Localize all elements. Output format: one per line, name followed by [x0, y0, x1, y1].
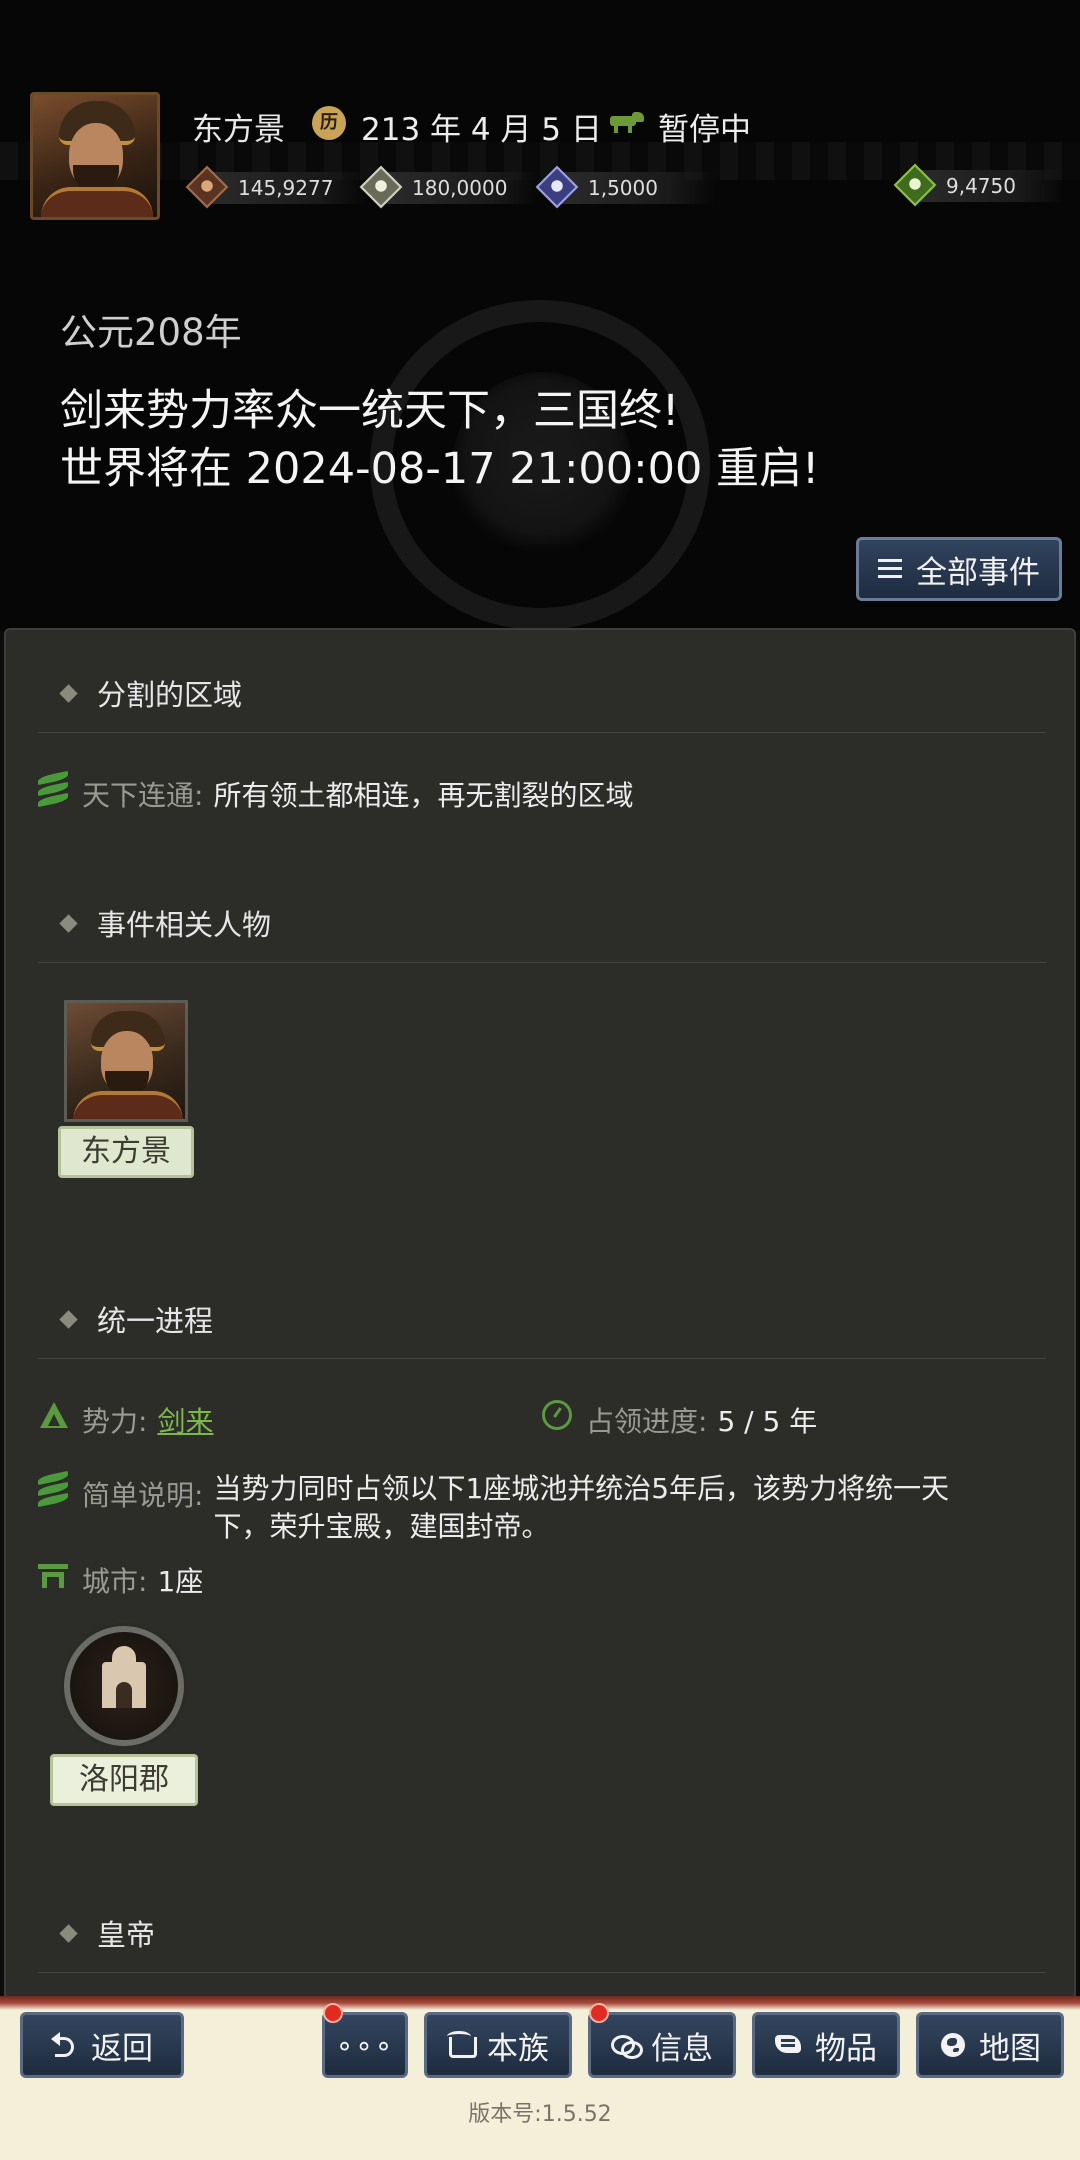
- person-name-plate: 东方景: [58, 1126, 194, 1178]
- faction-row: 势力: 剑来: [38, 1400, 213, 1440]
- warrior-portrait-icon: [64, 1000, 188, 1122]
- section-title-split-regions: 分割的区域: [59, 672, 243, 714]
- all-events-label: 全部事件: [916, 554, 1040, 591]
- back-button[interactable]: 返回: [20, 2012, 184, 2078]
- troops-value: 1,5000: [588, 176, 658, 200]
- diamond-bullet-icon: [59, 1309, 78, 1329]
- notification-badge: [323, 2003, 343, 2023]
- faction-label: 势力:: [82, 1405, 148, 1438]
- back-arrow-icon: [51, 2031, 79, 2059]
- clan-label: 本族: [487, 2030, 549, 2067]
- description-row: 简单说明: 当势力同时占领以下1座城池并统治5年后，该势力将统一天 下，荣升宝殿…: [38, 1470, 949, 1546]
- scroll-icon: [775, 2031, 803, 2059]
- city-gate-icon: [38, 1560, 68, 1590]
- chat-bubbles-icon: [611, 2031, 643, 2059]
- horse-icon[interactable]: [606, 112, 646, 133]
- items-label: 物品: [815, 2030, 877, 2067]
- section-title-text: 事件相关人物: [97, 908, 272, 942]
- divider: [38, 1358, 1046, 1359]
- game-date: 213 年 4 月 5 日: [361, 112, 602, 148]
- game-status[interactable]: 暂停中: [658, 104, 751, 149]
- section-title-text: 统一进程: [97, 1304, 214, 1338]
- progress-value: 5 / 5 年: [717, 1405, 818, 1438]
- more-button[interactable]: ∘∘∘: [322, 2003, 408, 2078]
- warrior-portrait-icon: [33, 95, 157, 217]
- info-label: 信息: [651, 2030, 713, 2067]
- clan-house-icon: [447, 2031, 477, 2059]
- section-title-unification: 统一进程: [59, 1298, 214, 1340]
- calendar-icon: 历: [312, 106, 346, 140]
- progress-row: 占领进度: 5 / 5 年: [542, 1400, 817, 1440]
- city-count: 1座: [157, 1565, 204, 1598]
- mountain-flag-icon: [38, 1400, 68, 1430]
- connectivity-text: 所有领土都相连，再无割裂的区域: [213, 779, 634, 812]
- diamond-bullet-icon: [59, 683, 78, 703]
- section-title-related-people: 事件相关人物: [59, 902, 272, 944]
- era-label: 公元208年: [60, 311, 242, 354]
- map-label: 地图: [979, 2030, 1041, 2067]
- player-name: 东方景: [192, 112, 285, 148]
- info-button[interactable]: 信息: [588, 2003, 736, 2078]
- section-title-text: 皇帝: [97, 1918, 156, 1952]
- announcement-line-1: 剑来势力率众一统天下，三国终!: [60, 386, 680, 436]
- announcement: 剑来势力率众一统天下，三国终! 世界将在 2024-08-17 21:00:00…: [60, 382, 819, 498]
- divider: [38, 962, 1046, 963]
- nav-top-border: [0, 1996, 1080, 2010]
- special-value: 9,4750: [946, 174, 1016, 198]
- announcement-line-2: 世界将在 2024-08-17 21:00:00 重启!: [60, 444, 820, 494]
- gold-value: 145,9277: [238, 176, 334, 200]
- progress-clock-icon: [542, 1400, 572, 1430]
- faction-link[interactable]: 剑来: [157, 1400, 213, 1440]
- connectivity-row: 天下连通: 所有领土都相连，再无割裂的区域: [38, 770, 634, 814]
- items-button[interactable]: 物品: [752, 2012, 900, 2078]
- divider: [38, 1972, 1046, 1973]
- all-events-button[interactable]: 全部事件: [856, 537, 1062, 601]
- globe-icon: [939, 2031, 967, 2059]
- more-dots-icon: ∘∘∘: [335, 2028, 395, 2062]
- menu-icon: [878, 559, 902, 579]
- city-castle-icon: [64, 1626, 184, 1746]
- diamond-bullet-icon: [59, 913, 78, 933]
- section-title-text: 分割的区域: [97, 678, 243, 712]
- city-label: 城市:: [82, 1565, 148, 1598]
- header: 东方景 历 213 年 4 月 5 日 暂停中 145,9277 180,000…: [0, 0, 1080, 630]
- bottom-nav-bar: 返回 ∘∘∘ 本族 信息 物品 地图 版本号:1.5.52: [0, 1996, 1080, 2160]
- back-label: 返回: [91, 2030, 153, 2067]
- leaf-icon: [38, 1470, 68, 1508]
- notification-badge: [589, 2003, 609, 2023]
- leaf-icon: [38, 770, 68, 808]
- player-avatar[interactable]: [30, 92, 160, 220]
- map-button[interactable]: 地图: [916, 2012, 1064, 2078]
- grain-value: 180,0000: [412, 176, 508, 200]
- clan-button[interactable]: 本族: [424, 2012, 572, 2078]
- description-text: 当势力同时占领以下1座城池并统治5年后，该势力将统一天 下，荣升宝殿，建国封帝。: [213, 1470, 949, 1546]
- version-label: 版本号:1.5.52: [468, 2102, 612, 2127]
- description-line-2: 下，荣升宝殿，建国封帝。: [213, 1510, 550, 1543]
- event-detail-panel[interactable]: 分割的区域 天下连通: 所有领土都相连，再无割裂的区域 事件相关人物 东方景 统…: [4, 628, 1076, 1998]
- divider: [38, 732, 1046, 733]
- description-line-1: 当势力同时占领以下1座城池并统治5年后，该势力将统一天: [213, 1472, 950, 1505]
- description-label: 简单说明:: [82, 1479, 204, 1512]
- city-name-plate: 洛阳郡: [50, 1754, 198, 1806]
- city-row: 城市: 1座: [38, 1560, 203, 1600]
- section-title-emperor: 皇帝: [59, 1912, 156, 1954]
- progress-label: 占领进度:: [586, 1405, 708, 1438]
- connectivity-label: 天下连通:: [82, 779, 204, 812]
- diamond-bullet-icon: [59, 1923, 78, 1943]
